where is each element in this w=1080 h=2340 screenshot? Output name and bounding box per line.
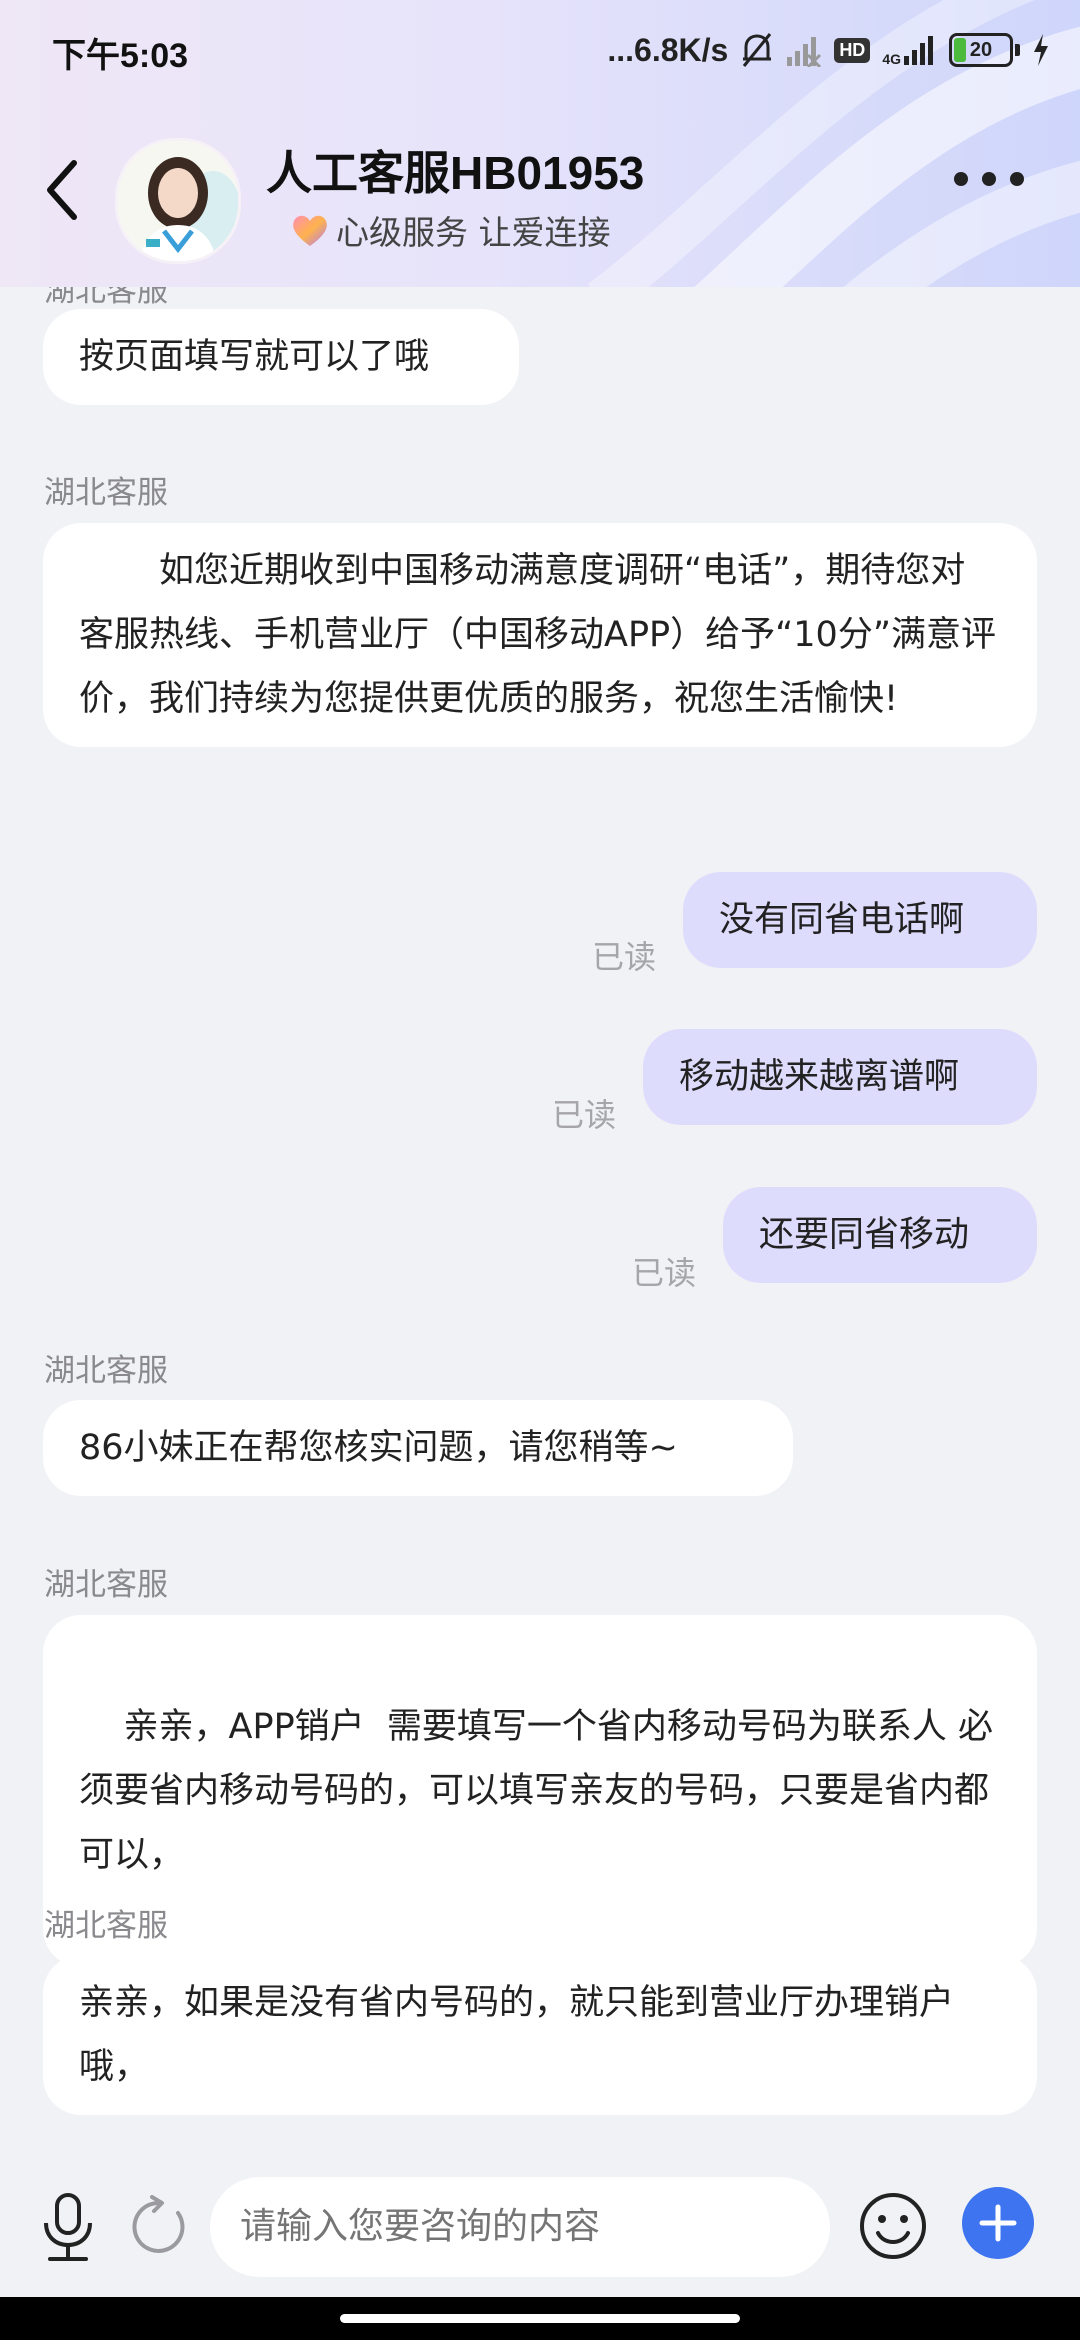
- message-text: 还要同省移动: [759, 1215, 970, 1255]
- input-bar: [0, 2157, 1080, 2297]
- signal-weak-icon: [787, 37, 822, 67]
- message-bubble-incoming[interactable]: 如您近期收到中国移动满意度调研“电话”，期待您对客服热线、手机营业厅（中国移动A…: [43, 523, 1037, 747]
- emoji-icon[interactable]: [858, 2191, 928, 2261]
- sender-label: 湖北客服: [44, 1567, 168, 1603]
- charging-bolt-icon: [1034, 34, 1048, 66]
- navigation-bar: [0, 2297, 1080, 2340]
- mute-bell-icon: [743, 33, 772, 67]
- signal-strength-icon: [904, 36, 933, 65]
- refresh-icon[interactable]: [130, 2195, 190, 2259]
- message-bubble-outgoing[interactable]: 移动越来越离谱啊: [643, 1029, 1037, 1125]
- cell-signal: 4G: [882, 34, 937, 66]
- page-title: 人工客服HB01953: [266, 147, 645, 199]
- sender-label: 湖北客服: [44, 1353, 168, 1389]
- message-list[interactable]: 湖北客服 按页面填写就可以了哦 湖北客服 如您近期收到中国移动满意度调研“电话”…: [0, 287, 1080, 2157]
- back-arrow-icon[interactable]: [42, 155, 82, 225]
- sender-label-clipped: 湖北客服: [44, 287, 168, 309]
- sender-label: 湖北客服: [44, 475, 168, 511]
- message-bubble-incoming[interactable]: 按页面填写就可以了哦: [43, 309, 519, 405]
- battery-level: 20: [969, 39, 993, 61]
- message-text: 亲亲，如果是没有省内号码的，就只能到营业厅办理销户哦，: [79, 1983, 955, 2087]
- message-bubble-incoming[interactable]: 亲亲，如果是没有省内号码的，就只能到营业厅办理销户哦，: [43, 1955, 1037, 2115]
- network-speed: ...6.8K/s: [607, 31, 729, 68]
- agent-avatar[interactable]: [115, 138, 241, 264]
- read-status: 已读: [632, 1254, 697, 1292]
- message-bubble-incoming[interactable]: 亲亲，APP销户 需要填写一个省内移动号码为联系人 必须要省内移动号码的，可以填…: [43, 1615, 1037, 1967]
- message-text: 移动越来越离谱啊: [679, 1057, 960, 1097]
- chat-header: 下午5:03 ...6.8K/s HD 4G 20 人工客服HB01953 心级…: [0, 0, 1080, 287]
- message-text: 没有同省电话啊: [719, 900, 965, 940]
- message-text: 按页面填写就可以了哦: [79, 337, 430, 377]
- read-status: 已读: [592, 938, 657, 976]
- message-text: 86小妹正在帮您核实问题，请您稍等~: [79, 1428, 678, 1468]
- message-input[interactable]: [210, 2177, 830, 2277]
- status-bar: 下午5:03 ...6.8K/s HD 4G 20: [0, 0, 1080, 100]
- hd-badge: HD: [834, 37, 871, 63]
- message-bubble-incoming[interactable]: 86小妹正在帮您核实问题，请您稍等~: [43, 1400, 793, 1496]
- home-indicator[interactable]: [340, 2314, 740, 2323]
- plus-icon: [979, 2204, 1017, 2242]
- microphone-icon[interactable]: [38, 2191, 98, 2263]
- message-bubble-outgoing[interactable]: 还要同省移动: [723, 1187, 1037, 1283]
- heart-icon: [293, 215, 327, 246]
- message-text: 如您近期收到中国移动满意度调研“电话”，期待您对客服热线、手机营业厅（中国移动A…: [79, 551, 996, 719]
- add-attachment-button[interactable]: [962, 2187, 1034, 2259]
- status-time: 下午5:03: [52, 37, 189, 75]
- message-bubble-outgoing[interactable]: 没有同省电话啊: [683, 872, 1037, 968]
- agent-slogan: 心级服务 让爱连接: [290, 206, 611, 254]
- network-type-label: 4G: [882, 51, 901, 67]
- status-icons: ...6.8K/s HD 4G 20: [607, 28, 1050, 72]
- agent-portrait-icon: [118, 141, 238, 261]
- more-options-icon[interactable]: [954, 172, 1024, 186]
- read-status: 已读: [552, 1096, 617, 1134]
- message-text: 亲亲，APP销户 需要填写一个省内移动号码为联系人 必须要省内移动号码的，可以填…: [79, 1707, 994, 1875]
- battery-indicator: 20: [949, 33, 1020, 67]
- slogan-text: 心级服务 让爱连接: [336, 213, 611, 252]
- sender-label: 湖北客服: [44, 1908, 168, 1944]
